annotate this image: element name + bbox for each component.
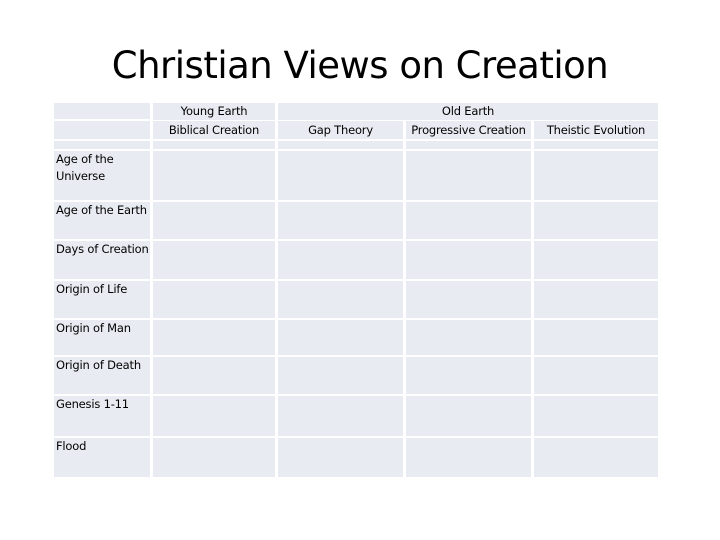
table-cell — [153, 357, 275, 394]
table-cell — [534, 151, 658, 200]
row-label: Origin of Life — [54, 281, 150, 318]
table-cell — [534, 281, 658, 318]
table-cell — [153, 151, 275, 200]
table-cell — [278, 281, 403, 318]
table-cell — [406, 396, 531, 436]
row-label: Flood — [54, 438, 150, 477]
table-cell — [278, 151, 403, 200]
row-label: Origin of Man — [54, 320, 150, 355]
row-label: Origin of Death — [54, 357, 150, 394]
table-cell — [534, 357, 658, 394]
table-cell — [406, 281, 531, 318]
column-header: Biblical Creation — [153, 121, 275, 139]
table-cell — [406, 438, 531, 477]
column-header: Theistic Evolution — [534, 121, 658, 139]
row-label: Age of the Universe — [54, 151, 150, 200]
header-young-earth: Young Earth — [153, 103, 275, 120]
table-cell — [406, 151, 531, 200]
table-cell — [278, 396, 403, 436]
table-cell — [406, 357, 531, 394]
column-header: Progressive Creation — [406, 121, 531, 139]
creation-views-table: Young Earth Old Earth Biblical Creation Gap… — [54, 103, 658, 477]
table-cell — [278, 241, 403, 279]
header-corner-top — [54, 103, 150, 119]
table-cell — [153, 396, 275, 436]
table-cell — [534, 396, 658, 436]
table-cell — [406, 202, 531, 239]
header-spacer-cell — [153, 141, 275, 149]
header-corner — [54, 121, 150, 139]
row-label: Genesis 1-11 — [54, 396, 150, 436]
slide-title: Christian Views on Creation — [111, 44, 609, 87]
header-old-earth: Old Earth — [278, 103, 658, 120]
table-cell — [406, 320, 531, 355]
row-label: Days of Creation — [54, 241, 150, 279]
header-spacer-cell — [54, 141, 150, 149]
table-cell — [534, 320, 658, 355]
table-cell — [534, 241, 658, 279]
table-cell — [278, 202, 403, 239]
table-cell — [278, 320, 403, 355]
table-cell — [534, 202, 658, 239]
table-cell — [534, 438, 658, 477]
table-cell — [278, 357, 403, 394]
table-cell — [153, 320, 275, 355]
table-cell — [406, 241, 531, 279]
table-cell — [153, 202, 275, 239]
column-header: Gap Theory — [278, 121, 403, 139]
table-cell — [153, 241, 275, 279]
header-spacer-cell — [406, 141, 531, 149]
row-label: Age of the Earth — [54, 202, 150, 239]
header-spacer-cell — [278, 141, 403, 149]
table-cell — [278, 438, 403, 477]
table-cell — [153, 438, 275, 477]
header-spacer-cell — [534, 141, 658, 149]
table-cell — [153, 281, 275, 318]
